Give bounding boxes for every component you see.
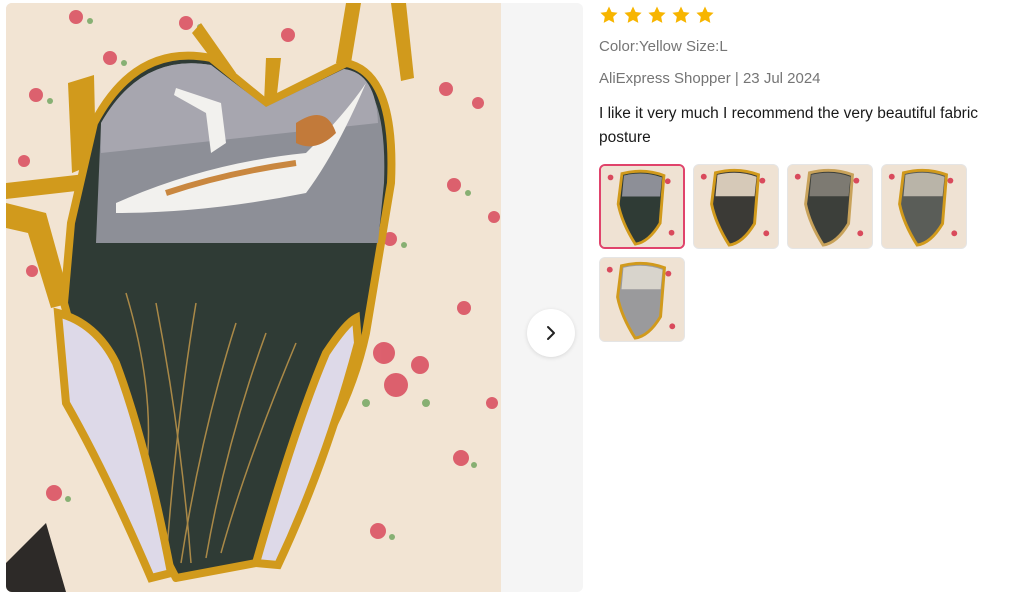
review-thumbnails <box>599 164 969 342</box>
main-review-photo[interactable] <box>6 3 501 592</box>
review-thumbnail[interactable] <box>693 164 779 249</box>
next-photo-button[interactable] <box>527 309 575 357</box>
review-details: Color:Yellow Size:L AliExpress Shopper |… <box>599 4 1029 342</box>
review-thumbnail[interactable] <box>599 164 685 249</box>
review-card: Color:Yellow Size:L AliExpress Shopper |… <box>0 0 1036 595</box>
review-thumbnail[interactable] <box>787 164 873 249</box>
star-icon <box>624 6 642 23</box>
star-icon <box>672 6 690 23</box>
star-icon <box>648 6 666 23</box>
review-text: I like it very much I recommend the very… <box>599 105 979 146</box>
review-thumbnail[interactable] <box>599 257 685 342</box>
chevron-right-icon <box>547 326 555 340</box>
review-photo-gallery <box>6 3 583 592</box>
review-author-date: AliExpress Shopper | 23 Jul 2024 <box>599 70 821 87</box>
sku-info: Color:Yellow Size:L <box>599 38 728 55</box>
review-thumbnail[interactable] <box>881 164 967 249</box>
star-rating <box>599 4 1029 26</box>
star-icon <box>696 6 714 23</box>
star-icon <box>600 6 618 23</box>
